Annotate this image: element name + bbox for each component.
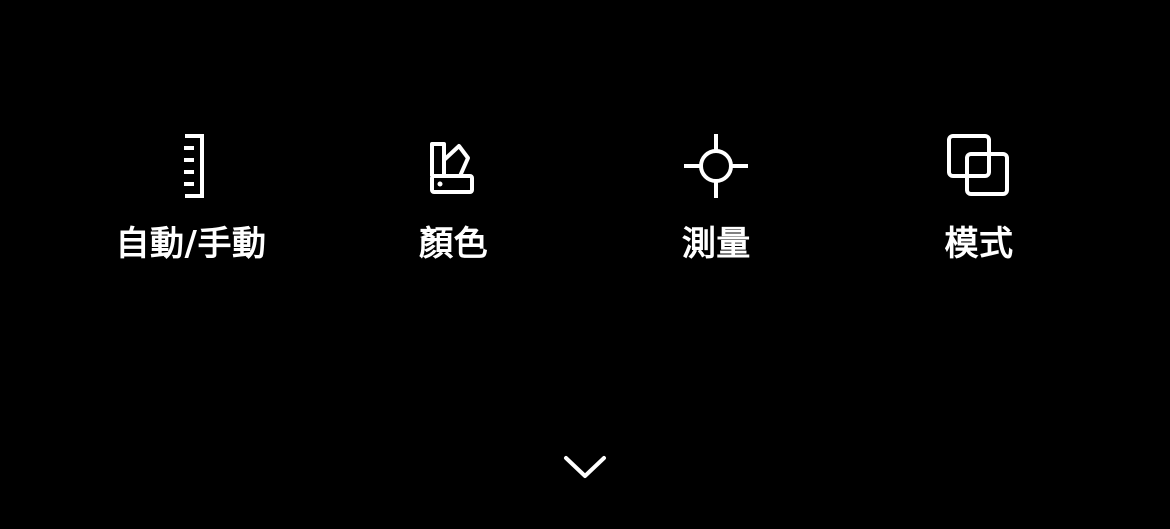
menu-label-auto-manual: 自動/手動 — [115, 224, 267, 264]
menu-item-auto-manual[interactable]: 自動/手動 — [60, 130, 322, 280]
menu-label-mode: 模式 — [944, 224, 1014, 264]
overlap-squares-icon — [943, 130, 1015, 202]
collapse-button[interactable] — [560, 445, 610, 485]
menu-item-mode[interactable]: 模式 — [848, 130, 1110, 280]
chevron-down-icon — [561, 449, 609, 481]
menu-label-color: 顏色 — [419, 224, 489, 264]
menu-item-measure[interactable]: 測量 — [585, 130, 847, 280]
menu-item-color[interactable]: 顏色 — [323, 130, 585, 280]
color-swatch-icon — [418, 130, 490, 202]
menu-label-measure: 測量 — [681, 224, 751, 264]
ruler-icon — [155, 130, 227, 202]
crosshair-icon — [680, 130, 752, 202]
quick-settings-menu: 自動/手動 顏色 測量 模式 — [60, 130, 1110, 280]
